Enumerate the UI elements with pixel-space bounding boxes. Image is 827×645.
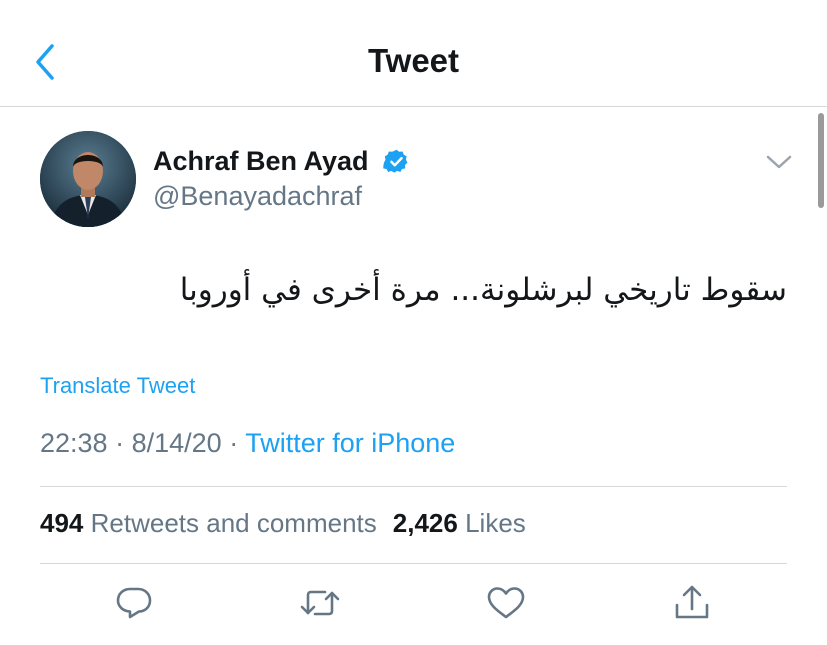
heart-icon xyxy=(487,587,525,619)
meta-separator: · xyxy=(229,428,239,458)
meta-separator: · xyxy=(115,428,125,458)
divider xyxy=(40,486,787,487)
tweet-source-link[interactable]: Twitter for iPhone xyxy=(245,428,455,458)
avatar[interactable] xyxy=(40,131,136,227)
tweet-date: 8/14/20 xyxy=(131,428,222,458)
like-button[interactable] xyxy=(484,583,528,623)
retweet-icon xyxy=(300,590,340,616)
scroll-indicator[interactable] xyxy=(818,113,824,208)
reply-icon xyxy=(116,587,152,619)
likes-count: 2,426 xyxy=(392,508,458,538)
share-icon xyxy=(675,585,709,619)
likes-stat[interactable]: 2,426 Likes xyxy=(393,508,526,538)
page-title: Tweet xyxy=(367,42,460,79)
author-name[interactable]: Achraf Ben Ayad xyxy=(153,146,369,177)
reply-button[interactable] xyxy=(112,583,156,623)
verified-badge-icon xyxy=(383,149,408,173)
more-options-button[interactable] xyxy=(765,150,793,174)
author-handle[interactable]: @Benayadachraf xyxy=(153,181,362,212)
likes-label: Likes xyxy=(465,508,526,538)
translate-tweet-link[interactable]: Translate Tweet xyxy=(40,373,195,399)
retweets-count: 494 xyxy=(40,508,84,538)
retweet-button[interactable] xyxy=(298,583,342,623)
divider xyxy=(40,563,787,564)
tweet-text: سقوط تاريخي لبرشلونة... مرة أخرى في أورو… xyxy=(179,272,787,308)
share-button[interactable] xyxy=(670,583,714,623)
avatar-image xyxy=(40,131,136,227)
nav-bar: Tweet xyxy=(0,0,827,107)
tweet-meta: 22:38 · 8/14/20 · Twitter for iPhone xyxy=(40,428,455,459)
chevron-down-icon xyxy=(766,155,792,169)
retweets-stat[interactable]: 494 Retweets and comments xyxy=(40,508,377,538)
tweet-stats: 494 Retweets and comments 2,426 Likes xyxy=(40,508,526,539)
retweets-label: Retweets and comments xyxy=(90,508,377,538)
tweet-time: 22:38 xyxy=(40,428,108,458)
